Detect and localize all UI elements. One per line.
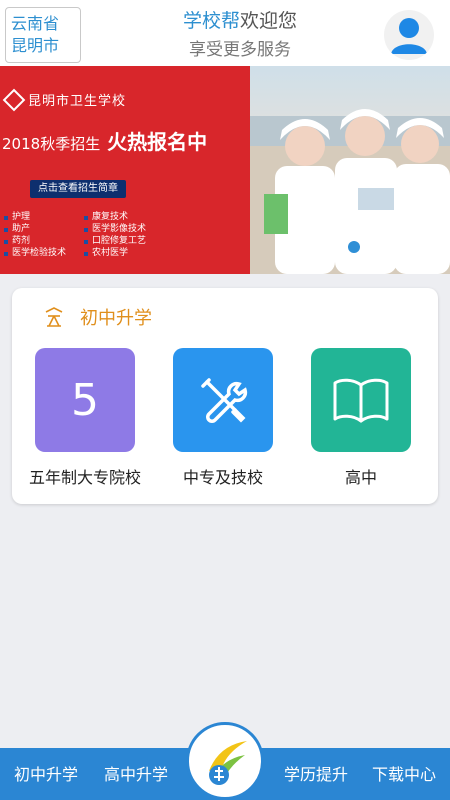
promo-banner[interactable]: 昆明市卫生学校 2018秋季招生 火热报名中 点击查看招生简章 护理 康复技术 … (0, 66, 450, 274)
brand-name: 学校帮 (182, 10, 240, 32)
five-icon: 5 (35, 348, 135, 452)
tile-icon-box (311, 348, 411, 452)
header-subtitle: 享受更多服务 (189, 40, 291, 60)
tile-label: 五年制大专院校 (28, 468, 141, 487)
brochure-button[interactable]: 点击查看招生简章 (30, 180, 126, 198)
banner-red-panel: 昆明市卫生学校 2018秋季招生 火热报名中 点击查看招生简章 护理 康复技术 … (0, 66, 250, 274)
welcome-text: 学校帮欢迎您 (120, 8, 360, 34)
card-header: 初中升学 (44, 302, 152, 332)
user-avatar[interactable] (384, 10, 434, 60)
major-item: 医学影像技术 (84, 224, 180, 235)
center-home-button[interactable] (186, 722, 264, 800)
card-title: 初中升学 (80, 308, 152, 329)
enroll-title: 2018秋季招生 火热报名中 (2, 126, 238, 155)
major-item: 口腔修复工艺 (84, 236, 180, 247)
book-icon (333, 378, 389, 423)
major-item: 医学检验技术 (4, 248, 84, 259)
app-logo-icon (209, 741, 247, 785)
tile-vocational-school[interactable]: 中专及技校 (152, 348, 292, 488)
enroll-season: 秋季招生 (40, 135, 101, 153)
carousel-dots (316, 241, 444, 253)
major-item: 药剂 (4, 236, 84, 247)
five-glyph: 5 (71, 374, 99, 426)
location-city: 昆明市 (11, 36, 60, 55)
school-name: 昆明市卫生学校 (28, 94, 127, 109)
nav-middle-school[interactable]: 初中升学 (4, 748, 88, 800)
tile-label: 中专及技校 (182, 468, 263, 487)
welcome-label: 欢迎您 (240, 10, 298, 32)
tools-icon (201, 378, 248, 423)
carousel-dot-2[interactable] (348, 241, 360, 253)
tile-five-year-college[interactable]: 5 五年制大专院校 (14, 348, 154, 488)
location-province: 云南省 (11, 14, 60, 33)
nav-download-center[interactable]: 下载中心 (362, 748, 446, 800)
middle-school-card: 初中升学 5 五年制大专院校 中专及技校 高中 (12, 288, 438, 504)
category-tiles: 5 五年制大专院校 中专及技校 高中 (12, 348, 438, 498)
major-item: 护理 (4, 212, 84, 223)
user-icon (391, 18, 427, 54)
majors-list: 护理 康复技术 助产 医学影像技术 药剂 口腔修复工艺 医学检验技术 农村医学 (4, 212, 180, 259)
header: 云南省 昆明市 学校帮欢迎您 享受更多服务 (0, 0, 450, 66)
tile-icon-box (173, 348, 273, 452)
carousel-dot-3[interactable] (380, 241, 392, 253)
tile-label: 高中 (344, 468, 377, 487)
location-selector[interactable]: 云南省 昆明市 (5, 7, 81, 63)
major-item: 康复技术 (84, 212, 180, 223)
major-item: 农村医学 (84, 248, 180, 259)
carousel-dot-1[interactable] (316, 241, 328, 253)
app-screen: 云南省 昆明市 学校帮欢迎您 享受更多服务 昆明市卫生学校 2018秋季招生 火… (0, 0, 450, 800)
enroll-headline: 火热报名中 (107, 130, 208, 154)
education-icon (45, 307, 63, 327)
enroll-year: 2018 (2, 135, 41, 153)
nav-degree-upgrade[interactable]: 学历提升 (274, 748, 358, 800)
carousel-dot-4[interactable] (412, 241, 424, 253)
tile-high-school[interactable]: 高中 (290, 348, 430, 488)
major-item: 助产 (4, 224, 84, 235)
school-logo-icon (2, 88, 26, 112)
nav-high-school[interactable]: 高中升学 (94, 748, 178, 800)
